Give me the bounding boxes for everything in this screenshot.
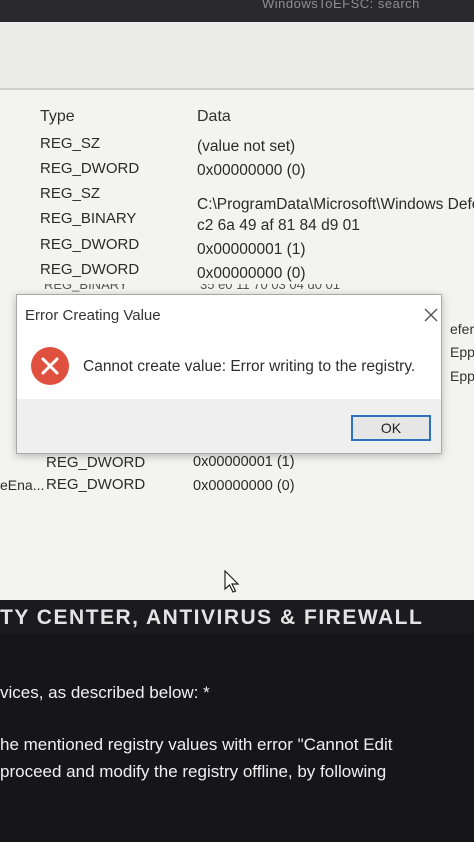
value-row-type[interactable]: REG_DWORD: [46, 454, 145, 471]
mouse-cursor-icon: [224, 569, 240, 599]
error-icon: [31, 347, 69, 385]
column-header-data[interactable]: Data: [197, 108, 231, 126]
value-row-data[interactable]: 0x00000000 (0): [193, 478, 295, 494]
article-background: [0, 600, 474, 842]
value-row-data[interactable]: 0x00000001 (1): [197, 241, 306, 259]
value-row-data-fragment: Epp: [450, 368, 474, 384]
dialog-title: Error Creating Value: [25, 307, 161, 324]
value-row-data-fragment: Epp: [450, 344, 474, 360]
window-title: WindowsToEFSC: search: [262, 0, 420, 11]
close-icon[interactable]: [421, 305, 441, 325]
value-row-type: REG_BINARY: [44, 284, 128, 292]
ok-button[interactable]: OK: [351, 415, 431, 441]
dialog-footer: OK: [17, 399, 441, 453]
value-row-data[interactable]: 0x00000000 (0): [197, 265, 306, 283]
article-text-line: he mentioned registry values with error …: [0, 735, 393, 754]
value-row-type[interactable]: REG_DWORD: [40, 261, 139, 278]
value-row-data[interactable]: c2 6a 49 af 81 84 d9 01: [197, 217, 360, 235]
column-header-type[interactable]: Type: [40, 108, 75, 126]
value-row-type[interactable]: REG_DWORD: [46, 476, 145, 493]
article-heading: TY CENTER, ANTIVIRUS & FIREWALL: [0, 606, 424, 629]
value-row-data[interactable]: 0x00000001 (1): [193, 454, 295, 470]
value-row-type[interactable]: REG_SZ: [40, 185, 100, 202]
value-row-data[interactable]: 0x00000000 (0): [197, 162, 306, 180]
value-row-data[interactable]: (value not set): [197, 138, 295, 156]
article-text-line: proceed and modify the registry offline,…: [0, 762, 387, 781]
value-row-name[interactable]: eEna...: [0, 477, 44, 493]
value-row-data[interactable]: C:\ProgramData\Microsoft\Windows Defe: [197, 196, 474, 214]
article-text-line: vices, as described below: *: [0, 683, 210, 702]
error-dialog: Error Creating Value Cannot create value…: [16, 294, 442, 454]
value-row-clipped[interactable]: REG_BINARY 35 e0 11 70 03 04 d0 01: [40, 284, 380, 292]
value-row-data: 35 e0 11 70 03 04 d0 01: [200, 284, 340, 292]
window-titlebar: WindowsToEFSC: search: [0, 0, 474, 22]
value-row-data-fragment: efer: [450, 321, 474, 337]
toolbar-separator: [0, 88, 474, 90]
value-row-type[interactable]: REG_DWORD: [40, 236, 139, 253]
value-row-type[interactable]: REG_DWORD: [40, 160, 139, 177]
address-toolbar: [0, 22, 474, 88]
value-row-type[interactable]: REG_BINARY: [40, 210, 136, 227]
value-row-type[interactable]: REG_SZ: [40, 135, 100, 152]
error-message: Cannot create value: Error writing to th…: [83, 358, 416, 375]
